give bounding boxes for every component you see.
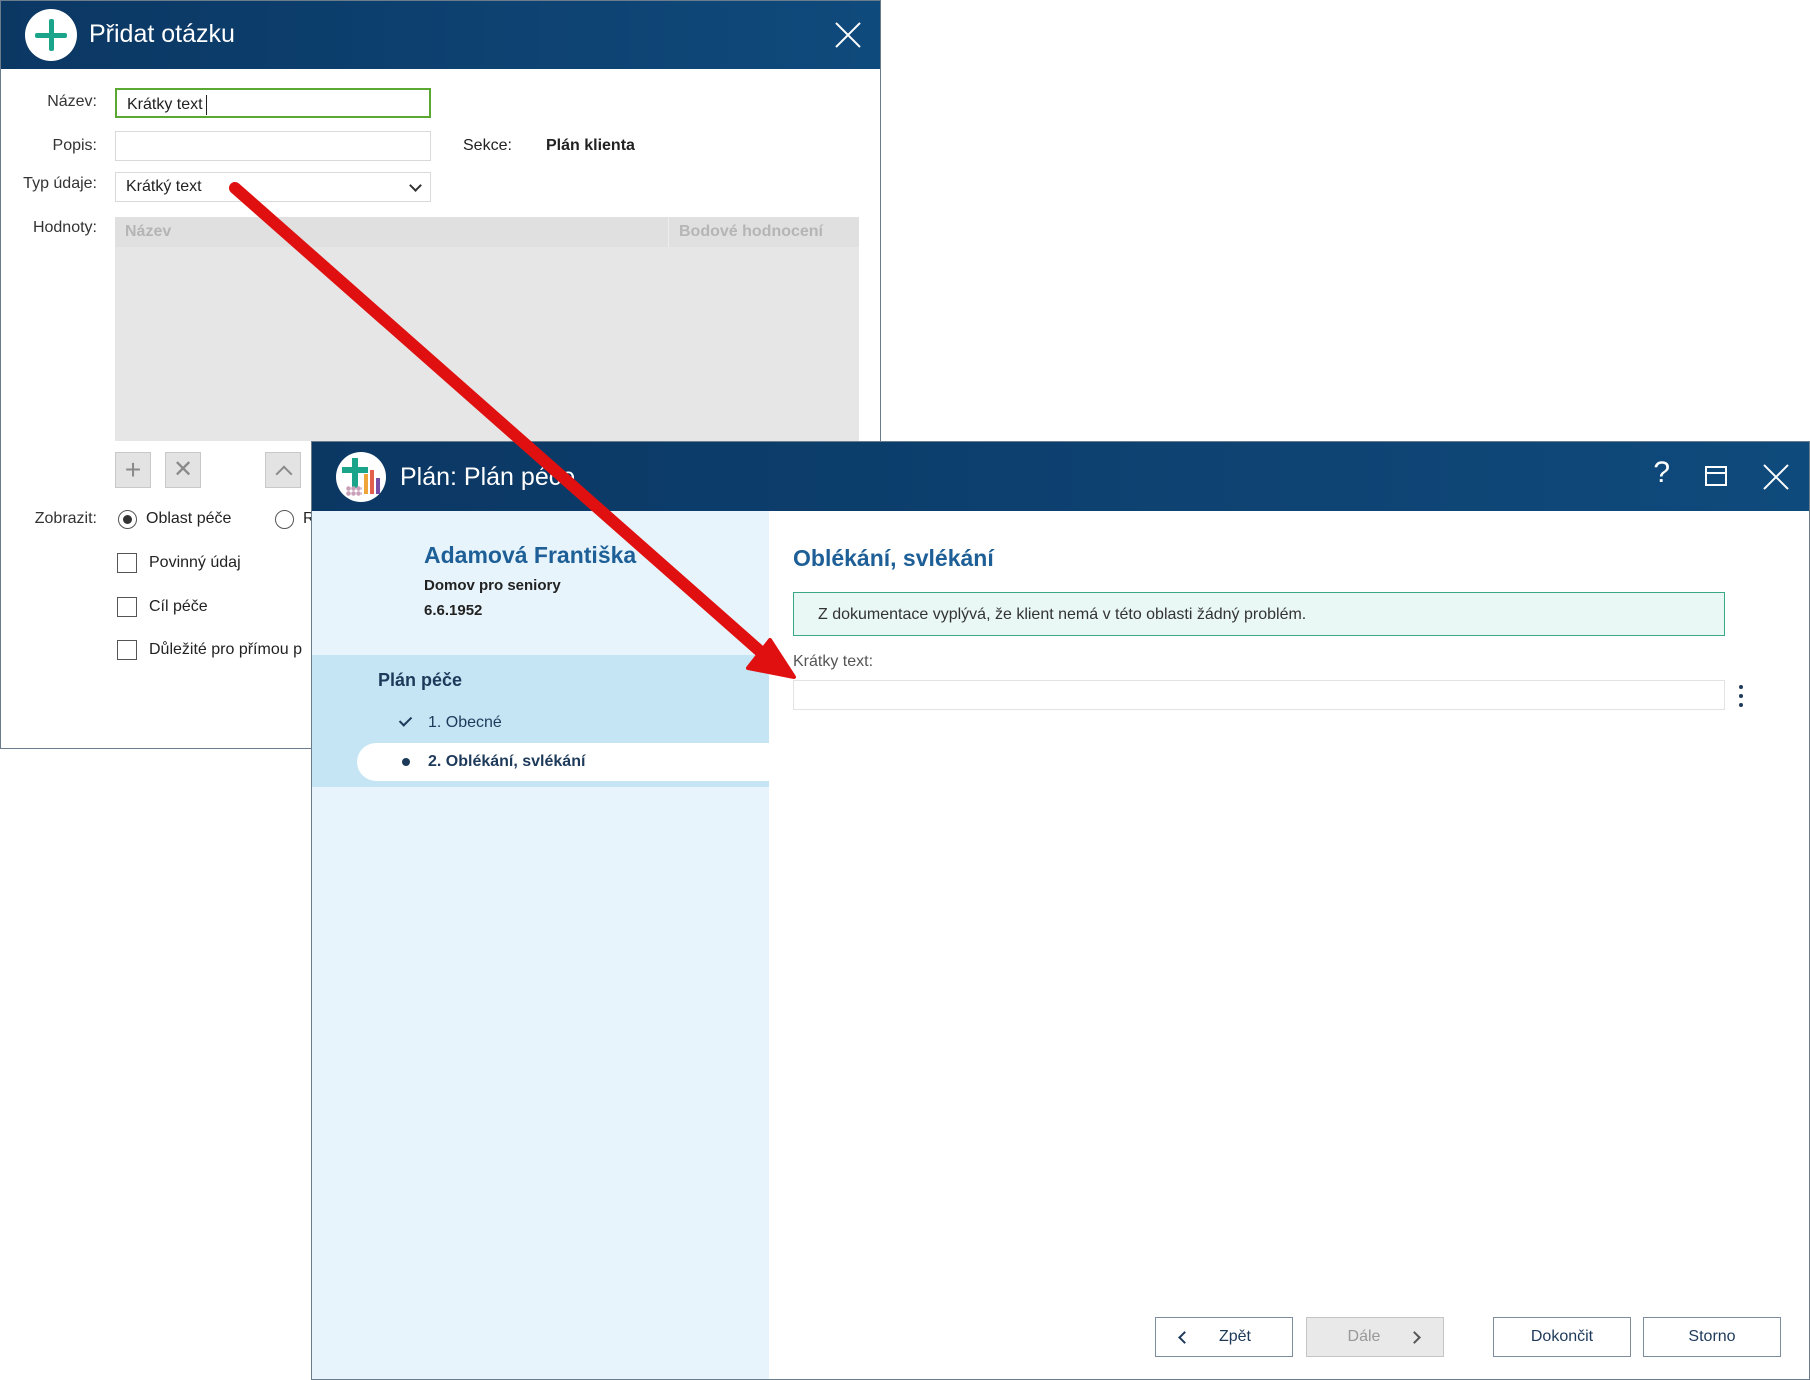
display-radio-care-area[interactable] [118, 510, 137, 529]
plan-sidebar [312, 511, 769, 1379]
display-radio-other[interactable] [275, 510, 294, 529]
grid-column-score[interactable]: Bodové hodnocení [679, 223, 823, 241]
required-checkbox[interactable] [117, 553, 137, 573]
add-question-titlebar: Přidat otázku [1, 1, 880, 69]
values-grid-header: Název Bodové hodnocení [115, 217, 859, 247]
care-goal-checkbox[interactable] [117, 597, 137, 617]
chevron-left-icon [1178, 1331, 1191, 1344]
chevron-up-icon [275, 465, 293, 483]
datatype-select[interactable]: Krátký text [115, 172, 431, 202]
client-name: Adamová Františka [424, 542, 637, 568]
close-icon[interactable] [1761, 462, 1791, 492]
next-button-label: Dále [1347, 1328, 1381, 1345]
important-checkbox-label: Důležité pro přímou p [149, 641, 302, 658]
maximize-icon[interactable] [1705, 466, 1727, 486]
description-label: Popis: [52, 137, 97, 154]
plan-dialog: Plán: Plán péče ? Adamová Františka Domo… [311, 441, 1810, 1380]
app-logo-icon [336, 452, 386, 502]
grid-column-separator [668, 217, 669, 247]
chevron-right-icon [1408, 1331, 1421, 1344]
name-input-value: Krátky text [127, 96, 203, 114]
kebab-menu-icon[interactable] [1736, 683, 1746, 709]
display-radio-care-area-label: Oblast péče [146, 510, 232, 527]
client-facility: Domov pro seniory [424, 577, 561, 594]
nav-item-general-label: 1. Obecné [428, 714, 502, 731]
section-label: Sekce: [463, 137, 512, 154]
help-icon[interactable]: ? [1653, 456, 1670, 490]
care-goal-checkbox-label: Cíl péče [149, 598, 208, 615]
chevron-down-icon [409, 179, 422, 192]
nav-item-general[interactable]: 1. Obecné [312, 704, 769, 742]
plus-circle-icon [25, 9, 77, 61]
name-input[interactable]: Krátky text [115, 88, 431, 118]
info-box: Z dokumentace vyplývá, že klient nemá v … [793, 592, 1725, 636]
datatype-select-value: Krátký text [126, 178, 202, 195]
description-input[interactable] [115, 131, 431, 161]
bullet-icon [402, 758, 410, 766]
move-up-button[interactable] [265, 452, 301, 488]
question-label: Krátky text: [793, 653, 874, 670]
plan-titlebar: Plán: Plán péče ? [312, 442, 1809, 511]
back-button[interactable]: Zpět [1155, 1317, 1293, 1357]
close-icon[interactable] [833, 20, 863, 50]
cancel-button[interactable]: Storno [1643, 1317, 1781, 1357]
plan-nav-title: Plán péče [378, 670, 463, 690]
delete-icon: ✕ [172, 456, 194, 483]
values-label: Hodnoty: [32, 219, 97, 236]
display-label: Zobrazit: [34, 510, 97, 527]
section-value: Plán klienta [546, 137, 635, 154]
check-icon [398, 713, 413, 727]
add-question-title: Přidat otázku [89, 20, 235, 48]
delete-value-button[interactable]: ✕ [165, 452, 201, 488]
required-checkbox-label: Povinný údaj [149, 554, 241, 571]
datatype-label: Typ údaje: [23, 175, 97, 192]
values-grid: Název Bodové hodnocení [115, 217, 859, 441]
nav-item-dressing-label: 2. Oblékání, svlékání [428, 753, 586, 770]
finish-button[interactable]: Dokončit [1493, 1317, 1631, 1357]
next-button[interactable]: Dále [1306, 1317, 1444, 1357]
add-value-button[interactable]: + [115, 452, 151, 488]
section-title: Oblékání, svlékání [793, 545, 994, 571]
grid-column-name[interactable]: Název [125, 223, 171, 241]
client-birth-date: 6.6.1952 [424, 602, 483, 619]
text-caret [205, 95, 207, 115]
name-label: Název: [47, 93, 97, 110]
plan-title: Plán: Plán péče [400, 463, 576, 491]
nav-item-dressing[interactable]: 2. Oblékání, svlékání [357, 743, 769, 781]
important-checkbox[interactable] [117, 640, 137, 660]
add-icon: + [124, 454, 142, 485]
back-button-label: Zpět [1218, 1328, 1251, 1345]
question-input[interactable] [793, 680, 1725, 710]
